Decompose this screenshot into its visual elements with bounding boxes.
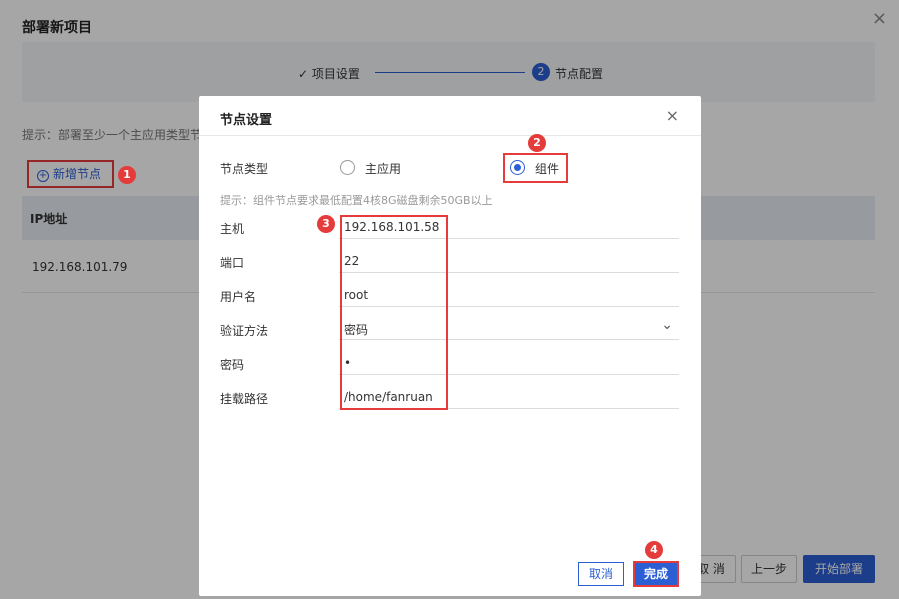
step-badge-3: 3: [317, 215, 335, 233]
chevron-down-icon: ⌄: [661, 317, 673, 333]
modal-title: 节点设置: [220, 113, 273, 128]
highlight-box-fields: [340, 215, 448, 410]
field-label-username: 用户名: [220, 290, 257, 304]
node-type-label: 节点类型: [220, 162, 269, 176]
node-settings-modal: 节点设置 × 节点类型 主应用 组件 2 提示：组件节点要求最低配置4核8G磁盘…: [199, 96, 701, 596]
radio-main-app-label: 主应用: [365, 162, 402, 176]
step-badge-2: 2: [528, 134, 546, 152]
field-label-mount-path: 挂载路径: [220, 392, 269, 406]
done-button[interactable]: 完成: [633, 561, 679, 587]
radio-main-app[interactable]: [340, 160, 355, 175]
step-badge-1: 1: [118, 166, 136, 184]
modal-cancel-button[interactable]: 取消: [578, 562, 624, 586]
radio-component-label: 组件: [535, 162, 560, 176]
modal-header: 节点设置 ×: [199, 96, 701, 136]
close-icon[interactable]: ×: [666, 106, 679, 125]
field-label-password: 密码: [220, 358, 245, 372]
radio-component[interactable]: [510, 160, 525, 175]
requirement-tip: 提示：组件节点要求最低配置4核8G磁盘剩余50GB以上: [220, 194, 493, 207]
field-label-host: 主机: [220, 222, 245, 236]
field-label-auth-method: 验证方法: [220, 324, 269, 338]
step-badge-4: 4: [645, 541, 663, 559]
field-label-port: 端口: [220, 256, 245, 270]
